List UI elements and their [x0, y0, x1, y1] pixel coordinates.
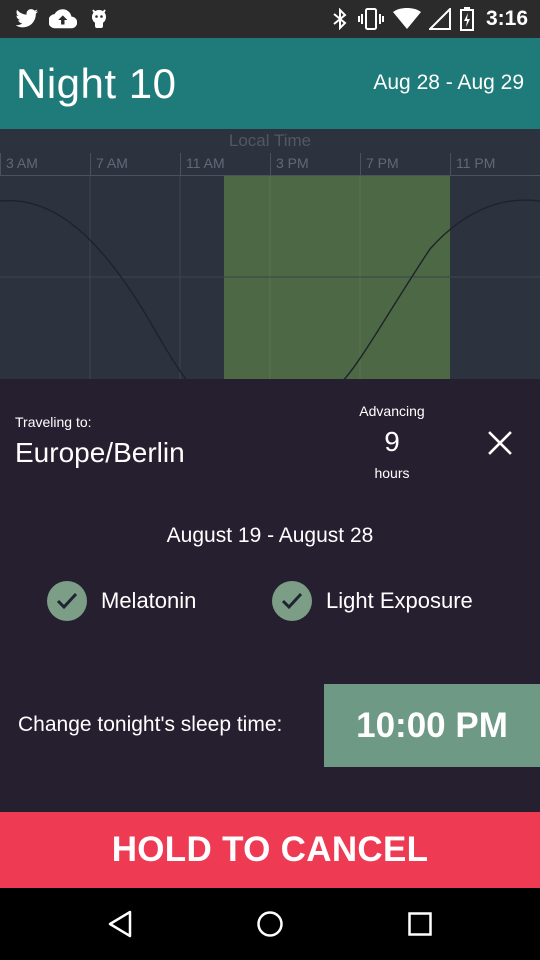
status-bar: 3:16: [0, 0, 540, 38]
traveling-label: Traveling to:: [15, 414, 92, 430]
navigation-bar: [0, 888, 540, 960]
tick-label: 11 PM: [456, 155, 496, 171]
tick-label: 3 PM: [276, 155, 309, 171]
tick-mark: [270, 153, 271, 175]
check-icon: [47, 581, 87, 621]
tick-label: 7 AM: [96, 155, 128, 171]
tick-label: 3 AM: [6, 155, 38, 171]
battery-charging-icon: [459, 7, 475, 31]
bluetooth-icon: [330, 7, 350, 31]
local-time-chart: Local Time 3 AM 7 AM 11 AM 3 PM 7 PM 11 …: [0, 129, 540, 379]
check-item-label: Light Exposure: [326, 588, 473, 613]
trip-panel: Traveling to: Europe/Berlin Advancing 9 …: [0, 379, 540, 812]
tick-mark: [90, 153, 91, 175]
home-icon: [257, 911, 283, 937]
tick-label: 7 PM: [366, 155, 399, 171]
home-button[interactable]: [250, 906, 290, 942]
recents-icon: [408, 912, 432, 936]
tick-mark: [180, 153, 181, 175]
back-button[interactable]: [100, 906, 140, 942]
chart-axis-title: Local Time: [228, 131, 312, 150]
tick-mark: [0, 153, 1, 175]
sleep-time-button[interactable]: 10:00 PM: [324, 684, 540, 767]
signal-icon: [428, 7, 452, 31]
close-icon: [488, 431, 512, 455]
vibrate-icon: [356, 7, 386, 31]
close-button[interactable]: [482, 425, 518, 461]
tick-label: 11 AM: [186, 155, 225, 171]
tick-mark: [450, 153, 451, 175]
page-title: Night 10: [16, 60, 177, 107]
android-icon: [88, 7, 110, 31]
tick-mark: [360, 153, 361, 175]
light-exposure-check-item[interactable]: Light Exposure: [272, 581, 473, 621]
wifi-icon: [393, 7, 421, 31]
recents-button[interactable]: [400, 906, 440, 942]
advancing-value: 9: [384, 426, 400, 457]
check-icon: [272, 581, 312, 621]
cloud-upload-icon: [49, 7, 77, 31]
app-header: Night 10 Aug 28 - Aug 29: [0, 38, 540, 129]
cancel-label: HOLD TO CANCEL: [111, 830, 429, 869]
melatonin-check-item[interactable]: Melatonin: [47, 581, 196, 621]
twitter-icon: [14, 7, 40, 31]
hold-to-cancel-button[interactable]: HOLD TO CANCEL: [0, 812, 540, 888]
header-date-range: Aug 28 - Aug 29: [373, 71, 524, 94]
destination-name: Europe/Berlin: [15, 437, 185, 468]
check-item-label: Melatonin: [101, 588, 197, 613]
advancing-label: Advancing: [359, 403, 425, 419]
back-icon: [108, 910, 132, 938]
axis-line: [0, 175, 540, 176]
schedule-date-range: August 19 - August 28: [166, 524, 374, 547]
sleep-time-label: Change tonight's sleep time:: [18, 713, 283, 736]
status-time: 3:16: [485, 7, 528, 30]
advancing-unit: hours: [374, 465, 410, 481]
